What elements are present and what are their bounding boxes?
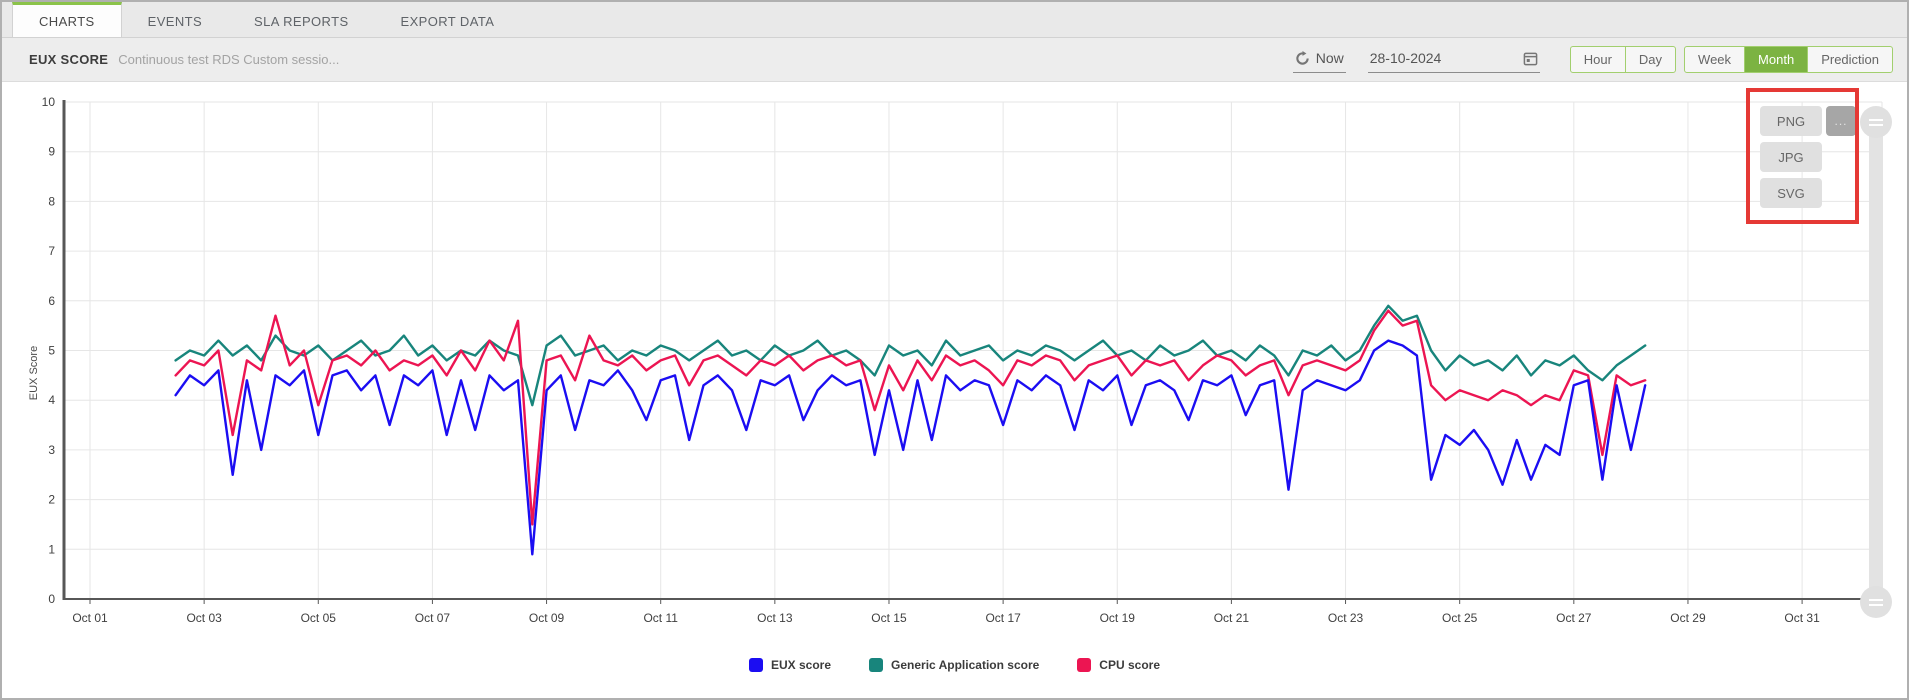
- x-tick-label: Oct 13: [757, 611, 793, 625]
- date-picker-input[interactable]: 28-10-2024: [1368, 46, 1540, 73]
- refresh-icon: [1295, 51, 1310, 66]
- tab-export-data[interactable]: EXPORT DATA: [375, 2, 521, 37]
- x-tick-label: Oct 17: [985, 611, 1021, 625]
- y-tick-label: 10: [42, 95, 56, 109]
- tab-events[interactable]: EVENTS: [122, 2, 228, 37]
- x-tick-label: Oct 29: [1670, 611, 1706, 625]
- x-tick-label: Oct 19: [1100, 611, 1136, 625]
- tick-labels: 0 1 2 3 4 5 6 7 8 9 10 Oct 01 Oct 03 Oct 05 Oct 07 Oct …: [42, 95, 1820, 625]
- date-value: 28-10-2024: [1370, 50, 1442, 66]
- range-group-short: Hour Day: [1570, 46, 1676, 73]
- export-more-button[interactable]: ...: [1826, 106, 1856, 136]
- range-group-long: Week Month Prediction: [1684, 46, 1893, 73]
- tab-sla-reports[interactable]: SLA REPORTS: [228, 2, 374, 37]
- x-tick-label: Oct 03: [186, 611, 222, 625]
- x-tick-label: Oct 31: [1784, 611, 1820, 625]
- export-jpg-button[interactable]: JPG: [1760, 142, 1822, 172]
- chart-toolbar: EUX SCORE Continuous test RDS Custom ses…: [2, 38, 1907, 82]
- y-tick-label: 1: [48, 542, 55, 556]
- legend-swatch-generic-app: [869, 658, 883, 672]
- title-group: EUX SCORE Continuous test RDS Custom ses…: [29, 52, 339, 67]
- y-tick-label: 7: [48, 244, 55, 258]
- range-button-week[interactable]: Week: [1685, 47, 1745, 72]
- y-tick-label: 8: [48, 194, 55, 208]
- range-button-prediction[interactable]: Prediction: [1808, 47, 1892, 72]
- tab-bar: CHARTS EVENTS SLA REPORTS EXPORT DATA: [2, 2, 1907, 38]
- monitoring-dashboard: CHARTS EVENTS SLA REPORTS EXPORT DATA EU…: [0, 0, 1909, 700]
- eux-score-line-chart: 0 1 2 3 4 5 6 7 8 9 10 Oct 01 Oct 03 Oct 05 Oct 07 Oct …: [2, 82, 1907, 698]
- export-svg-button[interactable]: SVG: [1760, 178, 1822, 208]
- refresh-now-button[interactable]: Now: [1293, 46, 1346, 73]
- range-button-month[interactable]: Month: [1745, 47, 1808, 72]
- tab-sla-reports-label: SLA REPORTS: [254, 14, 348, 29]
- tab-charts[interactable]: CHARTS: [12, 2, 122, 37]
- y-zoom-slider-handle-bottom[interactable]: [1860, 586, 1892, 618]
- x-tick-label: Oct 27: [1556, 611, 1592, 625]
- y-zoom-slider-track[interactable]: [1869, 122, 1883, 604]
- legend-item-generic-application-score[interactable]: Generic Application score: [869, 658, 1039, 672]
- y-tick-label: 3: [48, 443, 55, 457]
- chart-legend: EUX score Generic Application score CPU …: [2, 658, 1907, 672]
- legend-swatch-cpu: [1077, 658, 1091, 672]
- legend-item-cpu-score[interactable]: CPU score: [1077, 658, 1160, 672]
- chart-canvas: 0 1 2 3 4 5 6 7 8 9 10 Oct 01 Oct 03 Oct 05 Oct 07 Oct …: [2, 82, 1907, 698]
- tab-events-label: EVENTS: [148, 14, 202, 29]
- y-zoom-slider-handle-top[interactable]: [1860, 106, 1892, 138]
- page-title: EUX SCORE: [29, 52, 108, 67]
- x-tick-label: Oct 05: [301, 611, 337, 625]
- x-tick-label: Oct 11: [643, 611, 678, 625]
- y-tick-label: 2: [48, 493, 55, 507]
- x-tick-label: Oct 15: [871, 611, 907, 625]
- y-tick-label: 6: [48, 294, 55, 308]
- range-button-day[interactable]: Day: [1626, 47, 1675, 72]
- x-tick-label: Oct 25: [1442, 611, 1478, 625]
- y-axis-title: EUX Score: [28, 333, 40, 413]
- x-tick-label: Oct 09: [529, 611, 565, 625]
- legend-swatch-eux: [749, 658, 763, 672]
- legend-item-eux-score[interactable]: EUX score: [749, 658, 831, 672]
- x-tick-label: Oct 07: [415, 611, 451, 625]
- range-button-hour[interactable]: Hour: [1571, 47, 1626, 72]
- x-tick-label: Oct 21: [1214, 611, 1250, 625]
- legend-label-eux: EUX score: [771, 658, 831, 672]
- x-tick-label: Oct 23: [1328, 611, 1364, 625]
- calendar-icon[interactable]: [1523, 51, 1538, 66]
- tab-export-data-label: EXPORT DATA: [401, 14, 495, 29]
- tab-charts-label: CHARTS: [39, 14, 95, 29]
- time-range-selector: Hour Day Week Month Prediction: [1570, 46, 1893, 73]
- export-png-button[interactable]: PNG: [1760, 106, 1822, 136]
- now-label: Now: [1316, 50, 1344, 66]
- y-tick-label: 5: [48, 344, 55, 358]
- legend-label-generic-app: Generic Application score: [891, 658, 1039, 672]
- legend-label-cpu: CPU score: [1099, 658, 1160, 672]
- page-subtitle: Continuous test RDS Custom sessio...: [118, 52, 339, 67]
- y-tick-label: 0: [48, 592, 55, 606]
- x-tick-label: Oct 01: [72, 611, 108, 625]
- y-tick-label: 9: [48, 145, 55, 159]
- y-tick-label: 4: [48, 393, 55, 407]
